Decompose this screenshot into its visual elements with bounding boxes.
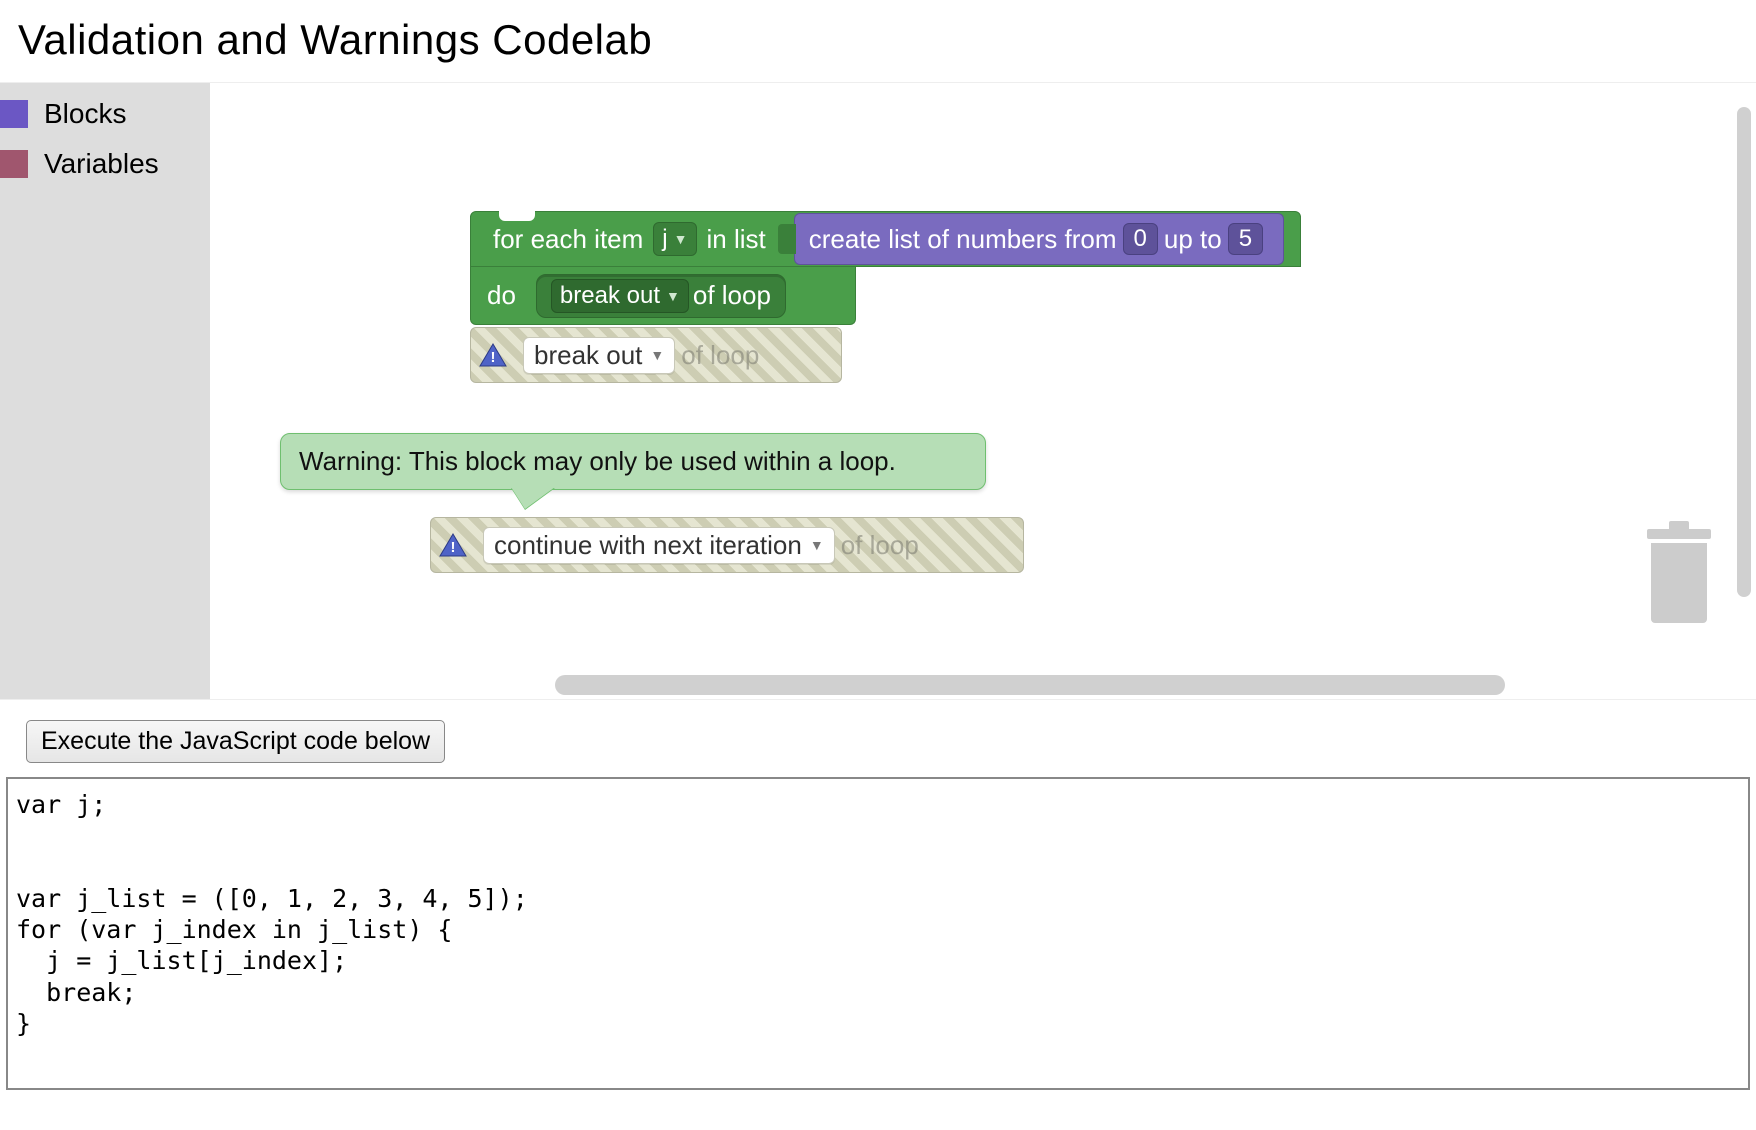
page-title: Validation and Warnings Codelab — [0, 0, 1756, 82]
break-dropdown[interactable]: break out ▼ — [551, 279, 689, 313]
block-for-each[interactable]: for each item j ▼ in list create list of… — [470, 211, 1301, 325]
toolbox-item-label: Blocks — [44, 98, 126, 130]
chevron-down-icon: ▼ — [650, 347, 664, 363]
block-break-disabled-wrap: ! break out ▼ of loop — [470, 327, 842, 383]
workspace-h-scrollbar[interactable] — [210, 675, 1734, 695]
block-continue-disabled[interactable]: ! continue with next iteration ▼ of loop — [430, 517, 1024, 573]
input-socket — [778, 224, 796, 254]
trash-icon[interactable] — [1644, 529, 1714, 629]
list-mid: up to — [1164, 224, 1222, 255]
warning-icon[interactable]: ! — [439, 533, 467, 557]
var-name: j — [662, 225, 667, 253]
workspace-v-scrollbar[interactable] — [1734, 83, 1756, 699]
for-do-row[interactable]: do break out ▼ of loop — [470, 267, 856, 325]
block-break-disabled[interactable]: ! break out ▼ of loop — [470, 327, 842, 383]
continue-dropdown-label: continue with next iteration — [494, 530, 802, 561]
chevron-down-icon: ▼ — [666, 288, 680, 304]
chevron-down-icon: ▼ — [810, 537, 824, 553]
toolbox-item-variables[interactable]: Variables — [0, 139, 210, 189]
continue-suffix: of loop — [841, 530, 919, 561]
list-to-field[interactable]: 5 — [1228, 223, 1263, 255]
toolbox-swatch — [0, 100, 28, 128]
for-prefix: for each item — [493, 224, 643, 255]
workspace[interactable]: for each item j ▼ in list create list of… — [210, 83, 1734, 699]
warning-icon[interactable]: ! — [479, 343, 507, 367]
toolbox-item-label: Variables — [44, 148, 159, 180]
block-continue-disabled-wrap: ! continue with next iteration ▼ of loop — [430, 517, 1024, 573]
svg-text:!: ! — [451, 539, 456, 556]
break-dropdown-label: break out — [560, 282, 660, 310]
continue-dropdown-disabled[interactable]: continue with next iteration ▼ — [483, 527, 835, 564]
break-suffix: of loop — [693, 280, 771, 311]
block-create-list[interactable]: create list of numbers from 0 up to 5 — [794, 213, 1284, 265]
warning-tooltip: Warning: This block may only be used wit… — [280, 433, 986, 490]
tooltip-text: Warning: This block may only be used wit… — [299, 446, 896, 476]
code-area-wrap — [0, 777, 1756, 1101]
break-suffix: of loop — [681, 340, 759, 371]
code-textarea[interactable] — [6, 777, 1750, 1090]
do-label: do — [487, 280, 516, 311]
toolbox-swatch — [0, 150, 28, 178]
execute-button[interactable]: Execute the JavaScript code below — [26, 720, 445, 763]
chevron-down-icon: ▼ — [674, 231, 688, 247]
list-prefix: create list of numbers from — [809, 224, 1117, 255]
break-dropdown-disabled[interactable]: break out ▼ — [523, 337, 675, 374]
block-break-inner[interactable]: break out ▼ of loop — [536, 274, 786, 318]
toolbox: Blocks Variables — [0, 83, 210, 699]
var-dropdown[interactable]: j ▼ — [653, 222, 696, 256]
execute-row: Execute the JavaScript code below — [0, 700, 1756, 777]
scrollbar-thumb[interactable] — [555, 675, 1505, 695]
svg-text:!: ! — [491, 349, 496, 366]
toolbox-item-blocks[interactable]: Blocks — [0, 89, 210, 139]
scrollbar-thumb[interactable] — [1737, 107, 1751, 597]
for-mid: in list — [707, 224, 766, 255]
for-header[interactable]: for each item j ▼ in list create list of… — [470, 211, 1301, 267]
main-row: Blocks Variables for each item j ▼ in li… — [0, 82, 1756, 700]
list-from-field[interactable]: 0 — [1123, 223, 1158, 255]
break-dropdown-label: break out — [534, 340, 642, 371]
